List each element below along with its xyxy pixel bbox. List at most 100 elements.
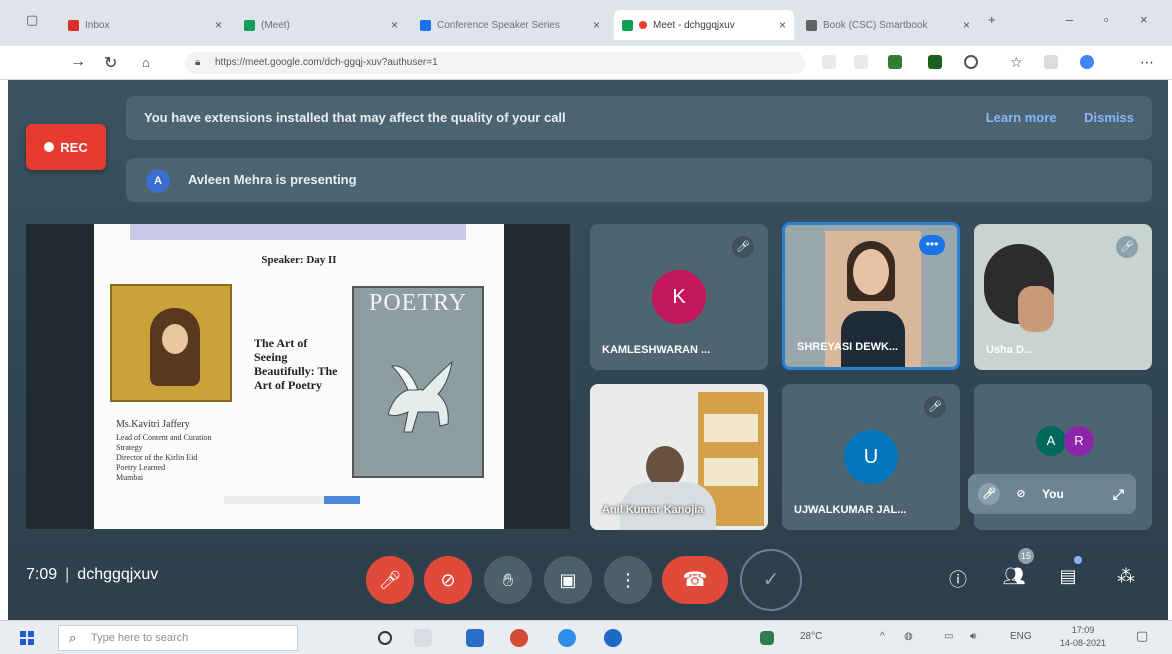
maximize-icon[interactable]: ▫ xyxy=(1104,12,1109,27)
caption-line: Director of the Kirlin Eid xyxy=(116,453,198,462)
recording-indicator-icon xyxy=(639,21,647,29)
close-tab-icon[interactable]: × xyxy=(779,18,786,32)
volume-icon[interactable]: 🔊︎ xyxy=(970,631,976,642)
participant-tile[interactable]: 🎤︎ K KAMLESHWARAN ... xyxy=(590,224,768,370)
more-options-button[interactable]: ⋮ xyxy=(604,556,652,604)
address-bar-row: → ↻ ⌂ 🔒︎ https://meet.google.com/dch-ggq… xyxy=(0,46,1172,80)
check-icon: ✓ xyxy=(762,569,780,591)
cover-title: POETRY xyxy=(368,290,467,316)
taskbar-search-box[interactable]: ⌕ Type here to search xyxy=(58,625,298,651)
mic-toggle-button[interactable]: 🎤︎ xyxy=(366,556,414,604)
browser-tab-strip: ▢ Inbox × (Meet) × Conference Speaker Se… xyxy=(0,0,1172,46)
home-icon[interactable]: ⌂ xyxy=(142,55,150,70)
chat-icon[interactable]: ▤ xyxy=(1054,566,1082,587)
slide-header-bar xyxy=(130,224,466,240)
caption-line: Strategy xyxy=(116,443,143,452)
mic-off-icon: 🎤︎ xyxy=(1116,236,1138,258)
minimize-icon[interactable]: – xyxy=(1066,12,1073,27)
tab-label: Meet - dchggqjxuv xyxy=(653,19,735,31)
browser-tab-active[interactable]: Meet - dchggqjxuv × xyxy=(614,10,794,40)
profile-icon[interactable] xyxy=(1080,55,1094,69)
participant-name: SHREYASI DEWK... xyxy=(797,341,899,353)
search-icon: ⌕ xyxy=(69,630,77,645)
participant-tile[interactable]: 🎤︎ Usha D... xyxy=(974,224,1152,370)
windows-start-icon[interactable] xyxy=(20,631,34,645)
task-view-icon[interactable] xyxy=(414,629,432,647)
tab-actions-icon[interactable]: ▢ xyxy=(26,12,38,28)
notifications-icon[interactable]: ▢ xyxy=(1136,628,1148,644)
browser-tab[interactable]: Book (CSC) Smartbook × xyxy=(798,12,978,38)
tab-label: Inbox xyxy=(85,19,110,31)
close-window-icon[interactable]: × xyxy=(1140,12,1148,27)
participant-name: UJWALKUMAR JAL... xyxy=(794,504,907,516)
presenter-avatar: A xyxy=(146,169,170,193)
browser-tab[interactable]: (Meet) × xyxy=(236,12,406,38)
close-tab-icon[interactable]: × xyxy=(593,18,600,32)
participant-avatar: K xyxy=(652,270,706,324)
menu-icon[interactable]: ⋯ xyxy=(1140,54,1154,71)
people-icon[interactable]: 👥︎ xyxy=(1000,566,1028,587)
extension-control-button[interactable]: ✓ xyxy=(740,549,802,611)
network-icon[interactable]: ◍ xyxy=(904,631,913,642)
search-placeholder: Type here to search xyxy=(91,632,189,644)
weather-text[interactable]: 28°C xyxy=(800,631,822,642)
share-icon[interactable] xyxy=(854,55,868,69)
edge-icon[interactable] xyxy=(558,629,576,647)
meet-icon xyxy=(244,19,255,31)
edge-app-icon[interactable] xyxy=(604,629,622,647)
present-screen-icon: ▣ xyxy=(559,570,577,590)
language-indicator[interactable]: ENG xyxy=(1010,631,1032,642)
bookmark-star-icon[interactable]: ☆ xyxy=(1010,54,1023,71)
clock-time: 17:09 xyxy=(1071,625,1095,635)
more-vert-icon: ⋮ xyxy=(619,570,637,590)
record-extension-icon[interactable] xyxy=(964,55,978,69)
close-tab-icon[interactable]: × xyxy=(963,18,970,32)
participant-avatar: A xyxy=(1036,426,1066,456)
self-view-bar[interactable]: 🎤︎ ⊘ You ⤢ xyxy=(968,474,1136,514)
raise-hand-button[interactable]: ✋︎ xyxy=(484,556,532,604)
more-options-icon[interactable]: ••• xyxy=(919,235,945,255)
participant-tile-active-speaker[interactable]: ••• SHREYASI DEWK... xyxy=(782,222,960,370)
tray-overflow-icon[interactable]: ^ xyxy=(880,631,885,642)
presentation-slide: Speaker: Day II The Art of Seeing Beauti… xyxy=(94,224,504,529)
forward-icon[interactable]: → xyxy=(70,53,86,71)
dismiss-button[interactable]: Dismiss xyxy=(1084,110,1134,125)
check-extension-icon[interactable] xyxy=(888,55,902,69)
outlook-icon[interactable] xyxy=(466,629,484,647)
new-tab-icon[interactable]: + xyxy=(988,12,996,27)
extensions-icon[interactable] xyxy=(1044,55,1058,69)
lock-icon: 🔒︎ xyxy=(195,57,201,68)
leave-call-button[interactable]: ☎︎ xyxy=(662,556,728,604)
browser-tab[interactable]: Conference Speaker Series × xyxy=(412,12,608,38)
taskbar-clock[interactable]: 17:09 14-08-2021 xyxy=(1060,624,1106,650)
participant-tile[interactable]: Anil Kumar Kanojia xyxy=(590,384,768,530)
camera-toggle-button[interactable]: ⊘ xyxy=(424,556,472,604)
meeting-info-icon[interactable]: ⓘ xyxy=(944,566,972,592)
chrome-icon[interactable] xyxy=(510,629,528,647)
speaker-portrait xyxy=(110,284,232,402)
battery-icon[interactable]: ▭ xyxy=(944,631,953,642)
learn-more-link[interactable]: Learn more xyxy=(986,110,1057,125)
tray-app-icon[interactable] xyxy=(760,631,774,645)
mic-off-icon: 🎤︎ xyxy=(732,236,754,258)
cortana-icon[interactable] xyxy=(378,631,392,645)
book-icon xyxy=(806,19,817,31)
reload-icon[interactable]: ↻ xyxy=(104,53,117,73)
camera-icon[interactable] xyxy=(822,55,836,69)
chat-notification-dot xyxy=(1074,556,1082,564)
url-text: https://meet.google.com/dch-ggqj-xuv?aut… xyxy=(215,57,438,68)
expand-icon[interactable]: ⤢ xyxy=(1113,486,1124,503)
url-field[interactable]: 🔒︎ https://meet.google.com/dch-ggqj-xuv?… xyxy=(185,52,805,74)
close-tab-icon[interactable]: × xyxy=(215,18,222,32)
browser-tab[interactable]: Inbox × xyxy=(60,12,230,38)
participant-tile[interactable]: 🎤︎ U UJWALKUMAR JAL... xyxy=(782,384,960,530)
present-now-button[interactable]: ▣ xyxy=(544,556,592,604)
participant-name: KAMLESHWARAN ... xyxy=(602,344,711,356)
mic-off-icon[interactable]: 🎤︎ xyxy=(978,483,1000,505)
meet-icon xyxy=(622,19,633,31)
record-dot-icon xyxy=(44,142,55,152)
green-extension-icon[interactable] xyxy=(928,55,942,69)
camera-off-icon[interactable]: ⊘ xyxy=(1010,483,1032,505)
activities-icon[interactable]: ⁂ xyxy=(1112,566,1140,587)
close-tab-icon[interactable]: × xyxy=(391,18,398,32)
